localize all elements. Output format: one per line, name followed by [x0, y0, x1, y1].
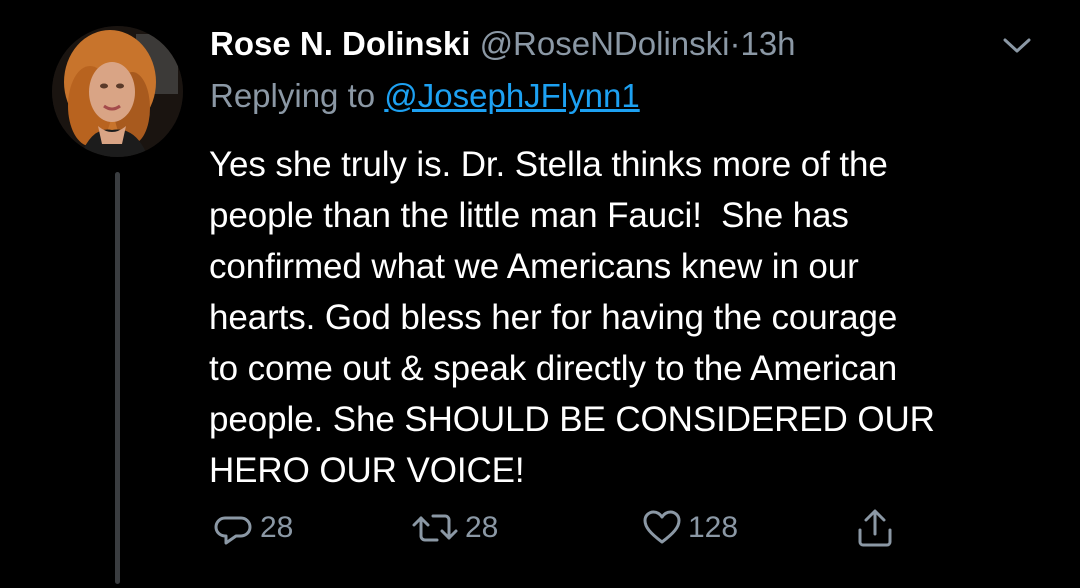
reply-button[interactable]: 28	[214, 506, 293, 550]
reply-icon	[214, 516, 252, 545]
replying-to-line: Replying to @JosephJFlynn1	[210, 76, 640, 116]
share-button[interactable]	[855, 506, 895, 550]
share-icon	[858, 509, 892, 547]
tweet-time[interactable]: 13h	[740, 25, 795, 62]
replying-to-label: Replying to	[210, 77, 385, 114]
heart-icon	[643, 510, 681, 544]
retweet-icon	[412, 514, 458, 542]
reply-count: 28	[260, 511, 294, 544]
retweet-button[interactable]: 28	[411, 506, 498, 550]
more-menu-button[interactable]	[1000, 30, 1034, 60]
like-button[interactable]: 128	[642, 506, 738, 550]
tweet-actions: 28 28 128	[0, 500, 1080, 560]
tweet-header: Rose N. Dolinski @RoseNDolinski·13h	[210, 24, 796, 64]
retweet-count: 28	[465, 511, 499, 544]
author-name[interactable]: Rose N. Dolinski	[210, 25, 470, 62]
chevron-down-icon	[1003, 38, 1031, 53]
like-count: 128	[688, 511, 739, 544]
replying-to-handle[interactable]: @JosephJFlynn1	[384, 77, 639, 114]
author-handle[interactable]: @RoseNDolinski	[480, 25, 730, 62]
tweet-text: Yes she truly is. Dr. Stella thinks more…	[209, 145, 935, 490]
separator-dot: ·	[729, 25, 741, 62]
avatar[interactable]	[52, 26, 183, 157]
avatar-image	[52, 26, 183, 157]
